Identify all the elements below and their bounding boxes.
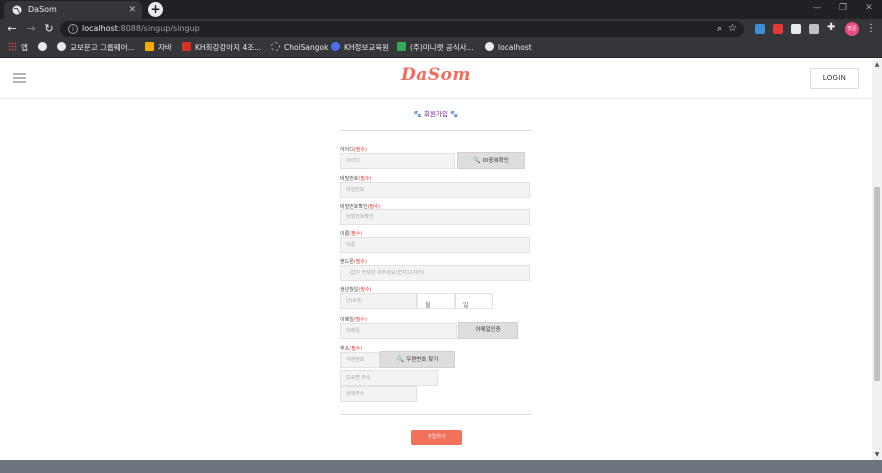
- form-title: 🐾 회원가입 🐾: [413, 110, 459, 118]
- detail-address-input[interactable]: 상세주소: [340, 386, 417, 402]
- site-logo[interactable]: DaSom: [0, 65, 872, 85]
- more-menu-icon[interactable]: ⋮: [866, 20, 876, 38]
- email-label: 이메일(필수): [340, 317, 367, 323]
- extension-icon[interactable]: [755, 24, 765, 34]
- bookmark-localhost[interactable]: localhost: [485, 39, 532, 57]
- extension-icon[interactable]: [773, 24, 783, 34]
- close-icon[interactable]: ✕: [128, 1, 136, 19]
- password-label: 비밀번호(필수): [340, 176, 372, 182]
- id-label: 아이디(필수): [340, 147, 367, 153]
- globe-icon: [38, 42, 47, 51]
- id-duplicate-check-button[interactable]: 🔍 ID중복확인: [457, 152, 525, 169]
- page-scrollbar[interactable]: ▲ ▼: [872, 59, 882, 460]
- pet-icon: [397, 42, 406, 51]
- name-label: 이름(필수): [340, 231, 363, 237]
- info-icon[interactable]: i: [68, 24, 78, 34]
- forward-icon[interactable]: →: [24, 21, 38, 37]
- minimize-icon[interactable]: —: [804, 0, 830, 19]
- page-viewport: DaSom LOGIN 🐾 회원가입 🐾 아이디(필수) 아이디 🔍 ID중복확인…: [0, 59, 872, 460]
- signup-submit-button[interactable]: 가입하기: [411, 430, 462, 445]
- password-input[interactable]: 비밀번호: [340, 182, 530, 198]
- zipcode-search-button[interactable]: 🔍 우편번호 찾기: [380, 351, 455, 368]
- extension-icon[interactable]: [791, 24, 801, 34]
- window-close-icon[interactable]: ✕: [856, 0, 882, 19]
- bookmark-kh-team[interactable]: KH최강강아지 4조...: [182, 39, 261, 57]
- folder-icon: [145, 42, 154, 51]
- search-icon: 🔍: [473, 157, 481, 164]
- new-tab-button[interactable]: +: [148, 2, 163, 17]
- address-bar[interactable]: i localhost:8088/singup/singup ⌕ ☆: [60, 21, 744, 37]
- bookmark-minipet[interactable]: (주)미니펫 공식사...: [397, 39, 474, 57]
- bookmark-kh-edu[interactable]: KH정보교육원: [331, 39, 389, 57]
- scroll-up-icon[interactable]: ▲: [872, 61, 882, 68]
- site-footer: [0, 460, 882, 473]
- divider: [340, 414, 532, 415]
- email-verify-button[interactable]: 이메일인증: [458, 322, 518, 339]
- puzzle-icon[interactable]: ✚: [827, 23, 837, 33]
- email-input[interactable]: 이메일: [340, 323, 457, 339]
- tab-title: DaSom: [28, 5, 57, 14]
- reload-icon[interactable]: ↻: [42, 21, 56, 37]
- bookmark-star-icon[interactable]: ☆: [728, 21, 737, 37]
- phone-label: 핸드폰(필수): [340, 259, 367, 265]
- login-button[interactable]: LOGIN: [810, 68, 859, 89]
- tab-strip: DaSom ✕ + — ❐ ✕: [0, 0, 882, 19]
- road-address-input[interactable]: 도로명 주소: [340, 370, 438, 386]
- profile-avatar[interactable]: 방문: [845, 22, 859, 36]
- loading-icon: [271, 42, 280, 51]
- birth-year-input[interactable]: 년(4자): [340, 293, 417, 309]
- address-label: 주소(필수): [340, 346, 363, 352]
- id-input[interactable]: 아이디: [340, 153, 455, 169]
- bookmark-choisangok[interactable]: ChoiSangok: [271, 39, 328, 57]
- password-confirm-input[interactable]: 비밀번호확인: [340, 209, 530, 225]
- birth-month-select[interactable]: [417, 293, 455, 309]
- name-input[interactable]: 이름: [340, 237, 530, 253]
- globe-icon: [57, 42, 66, 51]
- bookmark-apps[interactable]: 앱: [8, 39, 28, 57]
- site-header: DaSom LOGIN: [0, 59, 872, 99]
- kh-icon: [331, 42, 340, 51]
- phone-input[interactable]: -없이 숫자만 써주세요(숫자11자리): [340, 265, 530, 281]
- bookmark-java[interactable]: 자바: [145, 39, 172, 57]
- page-icon: [182, 42, 191, 51]
- restore-icon[interactable]: ❐: [830, 0, 856, 19]
- browser-tab[interactable]: DaSom ✕: [4, 1, 142, 19]
- day-unit: 일: [463, 302, 469, 309]
- birth-day-select[interactable]: [455, 293, 493, 309]
- scroll-down-icon[interactable]: ▼: [872, 451, 882, 458]
- extension-icon[interactable]: [809, 24, 819, 34]
- browser-toolbar: ← → ↻ i localhost:8088/singup/singup ⌕ ☆…: [0, 19, 882, 39]
- search-icon: 🔍: [396, 356, 405, 363]
- back-icon[interactable]: ←: [5, 21, 19, 37]
- birth-label: 생년월일(필수): [340, 287, 372, 293]
- scrollbar-thumb[interactable]: [874, 187, 880, 381]
- globe-icon: [12, 5, 22, 15]
- month-unit: 월: [425, 302, 431, 309]
- url-text[interactable]: localhost:8088/singup/singup: [82, 21, 200, 37]
- bookmarks-bar: 앱 교보문고 그룹웨어... 자바 KH최강강아지 4조... ChoiSang…: [0, 39, 882, 58]
- bookmark-globe[interactable]: [38, 39, 51, 57]
- zipcode-input[interactable]: 우편번호: [340, 352, 380, 368]
- globe-icon: [485, 42, 494, 51]
- divider: [340, 130, 532, 131]
- bookmark-kyobo[interactable]: 교보문고 그룹웨어...: [57, 39, 135, 57]
- apps-grid-icon: [8, 42, 17, 51]
- zoom-icon[interactable]: ⌕: [717, 21, 722, 37]
